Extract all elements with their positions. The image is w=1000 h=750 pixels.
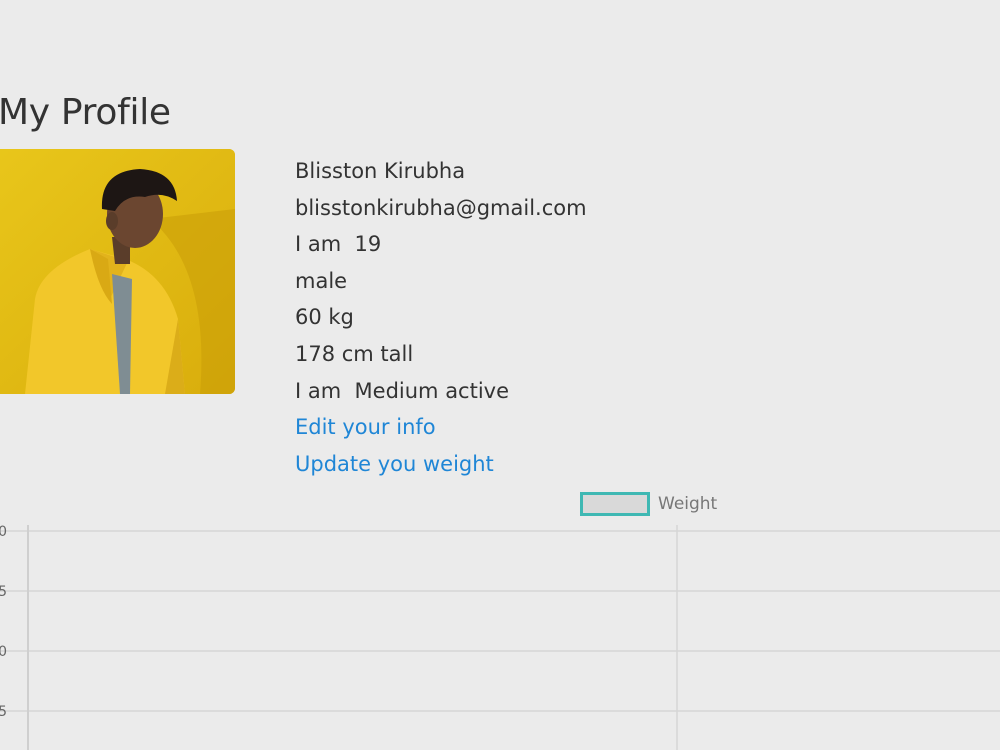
chart-y-tick-label: 5 <box>0 704 7 720</box>
profile-page: My Profile Blisston Kirubha blisstonkiru… <box>0 0 1000 750</box>
profile-photo <box>0 149 235 394</box>
profile-weight: 60 kg <box>295 305 354 330</box>
chart-y-tick-label: 0 <box>0 644 7 660</box>
profile-height: 178 cm tall <box>295 341 414 366</box>
edit-info-link[interactable]: Edit your info <box>295 415 436 439</box>
chart-y-tick-label: 5 <box>0 584 7 600</box>
chart-y-ticks: 0 5 0 5 <box>0 524 7 720</box>
legend-label: Weight <box>658 494 718 514</box>
chart-y-tick-label: 0 <box>0 524 7 540</box>
legend-swatch <box>580 492 650 516</box>
profile-gender: male <box>295 268 348 293</box>
update-weight-link[interactable]: Update you weight <box>295 452 494 476</box>
profile-info: Blisston Kirubha blisstonkirubha@gmail.c… <box>295 153 587 482</box>
chart-legend[interactable]: Weight <box>580 492 717 516</box>
profile-age: I am 19 <box>295 232 382 257</box>
page-title: My Profile <box>0 92 171 133</box>
profile-name: Blisston Kirubha <box>295 159 466 183</box>
chart-grid <box>0 525 1000 750</box>
weight-chart: 0 5 0 5 <box>0 524 1000 750</box>
profile-email: blisstonkirubha@gmail.com <box>295 195 587 220</box>
profile-activity: I am Medium active <box>295 378 510 403</box>
